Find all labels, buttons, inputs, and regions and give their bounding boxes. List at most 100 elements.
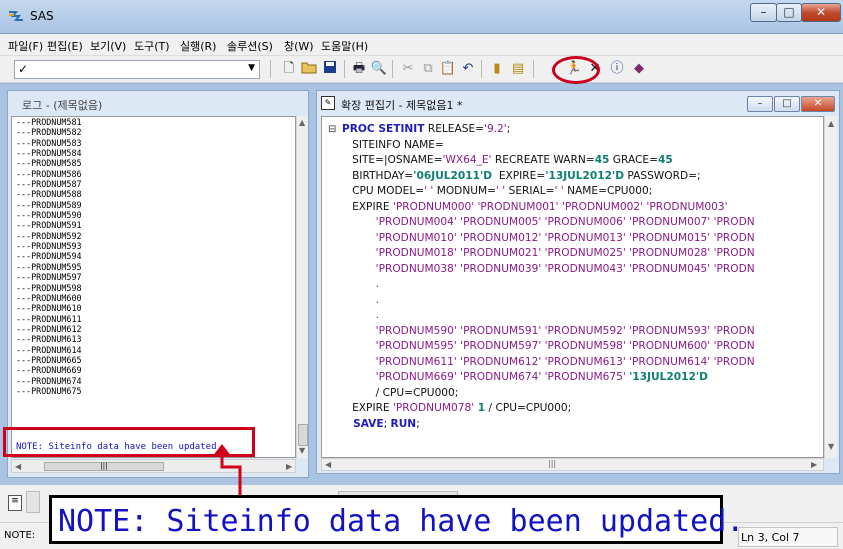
toolbar-separator	[344, 60, 345, 78]
maximize-button[interactable]: □	[776, 3, 802, 22]
window-tab[interactable]	[26, 491, 40, 513]
code-line[interactable]: .	[342, 293, 755, 309]
bookmark-icon[interactable]: ◆	[630, 60, 648, 78]
code-token: SERIAL=	[505, 185, 555, 197]
log-horizontal-scrollbar[interactable]: ◀ ||| ▶	[11, 459, 296, 473]
code-token: RUN	[390, 417, 417, 430]
code-token: '9.2'	[484, 123, 507, 135]
scroll-thumb[interactable]: |||	[44, 462, 164, 471]
run-button-highlight	[552, 56, 600, 84]
explorer-icon[interactable]: ▤	[509, 60, 527, 78]
enhanced-editor-window[interactable]: ✎ 확장 편집기 - 제목없음1 * – □ ✕ ⊟ PROC SETINIT …	[316, 90, 840, 474]
code-editor[interactable]: ⊟ PROC SETINIT RELEASE='9.2'; SITEINFO N…	[321, 116, 824, 458]
code-line[interactable]: 'PRODNUM611' 'PRODNUM612' 'PRODNUM613' '…	[342, 355, 755, 371]
log-vertical-scrollbar[interactable]: ▲ ▼	[296, 116, 308, 458]
check-icon[interactable]: ✓	[18, 62, 28, 76]
status-message: NOTE:	[4, 530, 36, 541]
menu-tools[interactable]: 도구(T)	[134, 38, 170, 54]
note-callout-text: NOTE: Siteinfo data have been updated.	[58, 504, 745, 539]
scroll-right-icon[interactable]: ▶	[811, 460, 817, 469]
code-token: / CPU=CPU000;	[342, 386, 459, 399]
code-token: 'PRODNUM078'	[393, 402, 475, 414]
open-icon[interactable]	[300, 60, 318, 78]
toolbar: ✓ ▼ 🗋 🖶 🔍 ✂ ⧉ 📋 ↶ ▮ ▤ 🏃 ✕ ⓘ ◆	[0, 56, 843, 83]
code-line[interactable]: SITE=|OSNAME='WX64_E' RECREATE WARN=45 G…	[342, 153, 755, 169]
code-line[interactable]: SITEINFO NAME=	[342, 138, 755, 154]
scroll-down-icon[interactable]: ▼	[299, 446, 305, 455]
log-line: ---PRODNUM592	[16, 230, 82, 241]
minimize-button[interactable]: –	[750, 3, 777, 22]
scroll-up-icon[interactable]: ▲	[828, 119, 834, 128]
document-icon[interactable]: ≡	[8, 495, 22, 511]
code-line[interactable]: 'PRODNUM010' 'PRODNUM012' 'PRODNUM013' '…	[342, 231, 755, 247]
log-line: ---PRODNUM588	[16, 189, 82, 200]
scroll-right-icon[interactable]: ▶	[286, 462, 292, 471]
code-line[interactable]: 'PRODNUM018' 'PRODNUM021' 'PRODNUM025' '…	[342, 246, 755, 262]
code-line[interactable]: PROC SETINIT RELEASE='9.2';	[342, 122, 755, 138]
code-token: EXPIRE=	[492, 169, 546, 182]
code-line[interactable]: .	[342, 277, 755, 293]
code-token: 'PRODNUM611' 'PRODNUM612' 'PRODNUM613' '…	[342, 355, 755, 368]
code-token: ;	[416, 417, 420, 430]
code-line[interactable]: 'PRODNUM669' 'PRODNUM674' 'PRODNUM675' '…	[342, 370, 755, 386]
code-lines[interactable]: PROC SETINIT RELEASE='9.2'; SITEINFO NAM…	[342, 122, 755, 432]
menu-solutions[interactable]: 솔루션(S)	[227, 38, 273, 54]
log-line: ---PRODNUM669	[16, 365, 82, 376]
menu-run[interactable]: 실행(R)	[180, 38, 216, 54]
command-box[interactable]: ✓ ▼	[14, 60, 260, 79]
cut-icon[interactable]: ✂	[399, 60, 417, 78]
menu-help[interactable]: 도움말(H)	[321, 38, 368, 54]
code-line[interactable]: SAVE; RUN;	[342, 417, 755, 433]
code-line[interactable]: 'PRODNUM004' 'PRODNUM005' 'PRODNUM006' '…	[342, 215, 755, 231]
menu-file[interactable]: 파일(F)	[8, 38, 43, 54]
library-icon[interactable]: ▮	[488, 60, 506, 78]
collapse-toggle-icon[interactable]: ⊟	[328, 124, 336, 135]
menu-window[interactable]: 창(W)	[284, 38, 314, 54]
code-line[interactable]: EXPIRE 'PRODNUM000' 'PRODNUM001' 'PRODNU…	[342, 200, 755, 216]
undo-icon[interactable]: ↶	[459, 60, 477, 78]
dropdown-arrow-icon[interactable]: ▼	[248, 63, 255, 73]
code-line[interactable]: 'PRODNUM595' 'PRODNUM597' 'PRODNUM598' '…	[342, 339, 755, 355]
code-line[interactable]: 'PRODNUM038' 'PRODNUM039' 'PRODNUM043' '…	[342, 262, 755, 278]
code-token: ' '	[554, 185, 564, 197]
code-line[interactable]: .	[342, 308, 755, 324]
copy-icon[interactable]: ⧉	[419, 60, 437, 78]
log-line: ---PRODNUM593	[16, 241, 82, 252]
log-line: ---PRODNUM584	[16, 148, 82, 159]
editor-maximize-button[interactable]: □	[774, 96, 800, 112]
scroll-down-icon[interactable]: ▼	[828, 442, 834, 451]
editor-close-button[interactable]: ✕	[801, 96, 835, 112]
code-line[interactable]: BIRTHDAY='06JUL2011'D EXPIRE='13JUL2012'…	[342, 169, 755, 185]
menu-edit[interactable]: 편집(E)	[47, 38, 83, 54]
scroll-thumb[interactable]: |||	[548, 459, 556, 468]
log-line: ---PRODNUM611	[16, 313, 82, 324]
log-line: ---PRODNUM674	[16, 375, 82, 386]
editor-vertical-scrollbar[interactable]: ▲ ▼	[824, 116, 837, 458]
code-token: PASSWORD=;	[624, 169, 701, 182]
save-icon[interactable]	[321, 60, 339, 78]
toolbar-separator	[481, 60, 482, 78]
code-token: ' '	[424, 185, 434, 197]
cursor-position: Ln 3, Col 7	[738, 527, 838, 547]
log-content[interactable]: ---PRODNUM581 ---PRODNUM582 ---PRODNUM583-…	[11, 116, 296, 458]
scroll-left-icon[interactable]: ◀	[15, 462, 21, 471]
editor-minimize-button[interactable]: –	[747, 96, 773, 112]
log-window[interactable]: 로그 - (제목없음) ---PRODNUM581 ---PRODNUM582 --…	[7, 90, 309, 478]
scroll-thumb[interactable]	[298, 424, 308, 446]
paste-icon[interactable]: 📋	[439, 60, 457, 78]
editor-horizontal-scrollbar[interactable]: ◀ ||| ▶	[321, 458, 824, 471]
close-button[interactable]: ✕	[801, 3, 841, 22]
menu-view[interactable]: 보기(V)	[90, 38, 126, 54]
code-line[interactable]: 'PRODNUM590' 'PRODNUM591' 'PRODNUM592' '…	[342, 324, 755, 340]
scroll-up-icon[interactable]: ▲	[299, 118, 305, 127]
code-line[interactable]: EXPIRE 'PRODNUM078' 1 / CPU=CPU000;	[342, 401, 755, 417]
scroll-left-icon[interactable]: ◀	[325, 460, 331, 469]
new-icon[interactable]: 🗋	[280, 60, 298, 78]
code-line[interactable]: / CPU=CPU000;	[342, 386, 755, 402]
print-icon[interactable]: 🖶	[350, 60, 368, 78]
log-line: ---PRODNUM610	[16, 303, 82, 314]
help-icon[interactable]: ⓘ	[608, 60, 626, 78]
code-token: ;	[383, 417, 391, 430]
code-line[interactable]: CPU MODEL=' ' MODNUM=' ' SERIAL=' ' NAME…	[342, 184, 755, 200]
print-preview-icon[interactable]: 🔍	[370, 60, 388, 78]
